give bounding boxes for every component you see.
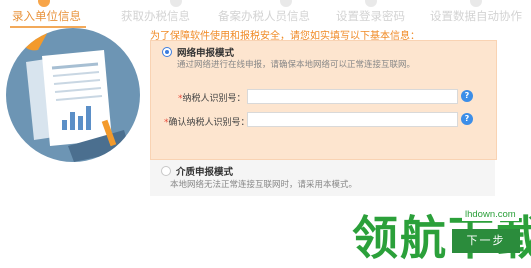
step-tab-tax-info[interactable]: 获取办税信息: [121, 8, 190, 24]
step-tab-tax-staff[interactable]: 备案办税人员信息: [218, 8, 310, 24]
taxpayer-id-input[interactable]: [247, 89, 458, 104]
online-mode-panel[interactable]: 网络申报模式 通过网络进行在线申报，请确保本地网络可以正常连接互联网。 *纳税人…: [150, 40, 497, 160]
confirm-id-label-text: 确认纳税人识别号：: [168, 118, 250, 128]
taxpayer-id-label: *纳税人识别号：: [178, 91, 246, 104]
media-mode-desc: 本地网络无法正常连接互联网时，请采用本模式。: [170, 180, 358, 190]
step-dot: [280, 0, 292, 7]
online-mode-title: 网络申报模式: [177, 48, 235, 59]
taxpayer-id-help-icon[interactable]: ?: [461, 90, 473, 102]
documents-illustration: [6, 28, 140, 162]
taxpayer-id-label-text: 纳税人识别号：: [182, 94, 246, 104]
step-progress: 录入单位信息 获取办税信息 备案办税人员信息 设置登录密码 设置数据自动协作: [0, 0, 531, 30]
media-mode-radio[interactable]: [161, 166, 171, 176]
online-mode-radio[interactable]: [162, 47, 172, 57]
step-dot: [170, 0, 182, 7]
step-dot-active: [38, 0, 50, 7]
media-mode-title: 介质申报模式: [176, 167, 234, 178]
confirm-id-label: *确认纳税人识别号：: [164, 115, 250, 128]
step-dot: [365, 0, 377, 7]
step-tab-company-info[interactable]: 录入单位信息: [12, 8, 81, 24]
online-mode-desc: 通过网络进行在线申报，请确保本地网络可以正常连接互联网。: [177, 60, 416, 70]
step-tab-login-password[interactable]: 设置登录密码: [336, 8, 405, 24]
watermark-url: lhdown.com: [462, 208, 519, 221]
step-tab-auto-sync[interactable]: 设置数据自动协作: [430, 8, 522, 24]
media-mode-panel[interactable]: 介质申报模式 本地网络无法正常连接互联网时，请采用本模式。: [150, 160, 495, 196]
confirm-id-input[interactable]: [247, 112, 458, 127]
next-step-button[interactable]: 下一步: [452, 229, 520, 253]
confirm-id-help-icon[interactable]: ?: [461, 113, 473, 125]
document-chart-icon: [6, 28, 130, 162]
step-dot: [470, 0, 482, 7]
